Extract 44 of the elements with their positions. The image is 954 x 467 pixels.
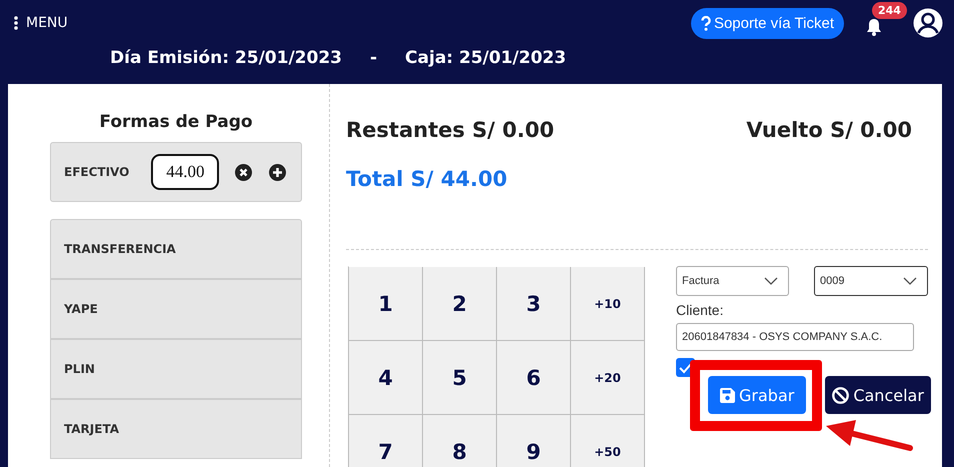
- add-button[interactable]: [269, 164, 286, 180]
- arrow-icon: [824, 418, 914, 454]
- question-icon: [700, 16, 711, 30]
- payment-method-item[interactable]: TRANSFERENCIA: [50, 219, 302, 279]
- section-title: Formas de Pago: [98, 112, 254, 132]
- keypad-key[interactable]: 3: [497, 267, 571, 341]
- client-field[interactable]: 20601847834 - OSYS COMPANY S.A.C.: [676, 323, 914, 351]
- caret-icon: [764, 277, 778, 285]
- client-label: Cliente:: [676, 302, 724, 318]
- support-button[interactable]: Soporte vía Ticket: [690, 8, 844, 38]
- menu-icon: [14, 16, 18, 30]
- prohibited-icon: [832, 386, 850, 404]
- document-type-dropdown[interactable]: Factura: [676, 266, 789, 296]
- keypad-key[interactable]: 7: [349, 415, 423, 467]
- payment-method-item[interactable]: YAPE: [50, 279, 302, 339]
- keypad-key[interactable]: 4: [349, 341, 423, 415]
- amount-field[interactable]: 44.00: [151, 154, 220, 190]
- change-amount: Vuelto S/ 0.00: [746, 118, 912, 142]
- keypad-key[interactable]: +50: [571, 415, 645, 467]
- issue-date: Día Emisión: 25/01/2023: [110, 48, 342, 68]
- user-avatar-icon[interactable]: [912, 7, 944, 39]
- series-dropdown[interactable]: 0009: [814, 266, 928, 296]
- keypad-key[interactable]: +20: [571, 341, 645, 415]
- keypad-key[interactable]: +10: [571, 267, 645, 341]
- keypad-key[interactable]: 8: [423, 415, 497, 467]
- payment-method-item[interactable]: TARJETA: [50, 399, 302, 459]
- cash-date: Caja: 25/01/2023: [405, 48, 566, 68]
- save-button[interactable]: Grabar: [708, 376, 806, 414]
- remaining-amount: Restantes S/ 0.00: [346, 118, 554, 142]
- date-separator: -: [370, 48, 378, 68]
- menu-button[interactable]: MENU: [14, 15, 68, 31]
- keypad-key[interactable]: 5: [423, 341, 497, 415]
- keypad-key[interactable]: 9: [497, 415, 571, 467]
- keypad-key[interactable]: 1: [349, 267, 423, 341]
- payment-method-label: EFECTIVO: [64, 165, 130, 179]
- notification-badge: 244: [872, 2, 907, 19]
- caret-icon: [903, 277, 917, 285]
- total-amount: Total S/ 44.00: [346, 167, 508, 191]
- keypad-key[interactable]: 6: [497, 341, 571, 415]
- payment-method-item[interactable]: PLIN: [50, 339, 302, 399]
- keypad-key[interactable]: 2: [423, 267, 497, 341]
- remove-button[interactable]: [235, 164, 252, 180]
- bell-icon[interactable]: [866, 18, 882, 36]
- cancel-button[interactable]: Cancelar: [825, 376, 931, 414]
